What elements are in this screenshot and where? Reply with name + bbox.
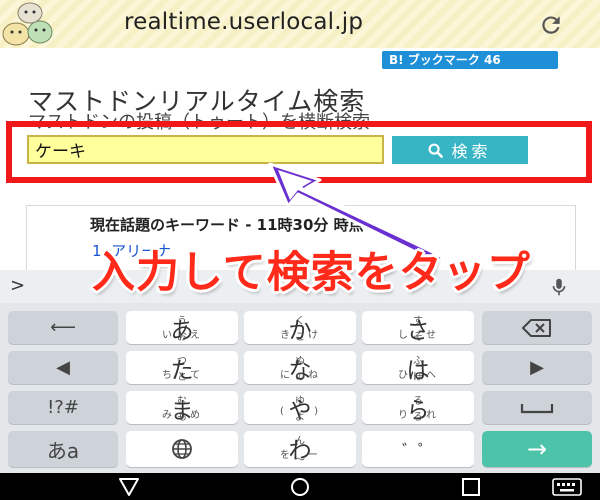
key-flick-down: ろ — [413, 412, 423, 423]
input-mode-key[interactable]: あa — [8, 431, 118, 467]
annotation-text: 入力して検索をタップ — [92, 248, 531, 298]
enter-key[interactable]: → — [482, 431, 592, 467]
key-flick-down: も — [177, 412, 187, 423]
globe-icon — [172, 439, 192, 459]
dakuten-key[interactable]: ゛゜ — [362, 431, 474, 467]
key-main: ゛゜ — [401, 441, 434, 460]
enter-key-label: → — [526, 435, 548, 463]
key-flick-down: そ — [413, 332, 423, 343]
back-icon[interactable] — [118, 477, 140, 497]
cursor-right-key[interactable]: ▶ — [482, 351, 592, 384]
key-flick-down: の — [295, 372, 305, 383]
key-flick-down: こ — [295, 332, 305, 343]
kana-key-na[interactable]: ぬ に な ね の — [244, 351, 356, 384]
kana-key-ya[interactable]: ゆ ( や ) よ — [244, 391, 356, 424]
cursor-left-key[interactable]: ◀ — [8, 351, 118, 384]
backspace-key[interactable] — [482, 311, 592, 344]
input-mode-label: あa — [46, 438, 80, 463]
key-flick-down: ほ — [413, 372, 423, 383]
recents-icon[interactable] — [460, 477, 482, 497]
cursor-left-label: ◀ — [56, 357, 70, 378]
kana-key-wa[interactable]: ん を わ ー 〜 — [244, 431, 356, 467]
key-flick-down: と — [177, 372, 187, 383]
cursor-back-key[interactable]: ⟵ — [8, 311, 118, 344]
search-input[interactable] — [27, 135, 384, 164]
cursor-right-label: ▶ — [530, 357, 544, 378]
space-icon — [520, 403, 554, 413]
symbol-key-label: !?# — [47, 397, 79, 418]
url-text[interactable]: realtime.userlocal.jp — [124, 9, 363, 35]
key-flick-down: 〜 — [295, 455, 305, 466]
system-nav-bar — [0, 473, 600, 500]
kana-key-ta[interactable]: つ ち た て と — [126, 351, 238, 384]
search-button[interactable]: 検索 — [392, 136, 528, 164]
backspace-icon — [522, 318, 551, 337]
keyboard-expand-button[interactable]: > — [10, 275, 25, 296]
cursor-back-label: ⟵ — [50, 317, 76, 338]
kana-key-a[interactable]: う い あ え お — [126, 311, 238, 344]
keyboard-icon[interactable] — [552, 477, 582, 497]
search-button-label: 検索 — [451, 142, 492, 161]
symbol-key[interactable]: !?# — [8, 391, 118, 424]
key-flick-down: お — [177, 332, 187, 343]
kana-key-ka[interactable]: く き か け こ — [244, 311, 356, 344]
kana-key-ha[interactable]: ふ ひ は へ ほ — [362, 351, 474, 384]
browser-url-bar[interactable]: realtime.userlocal.jp — [0, 0, 600, 48]
kana-key-ma[interactable]: む み ま め も — [126, 391, 238, 424]
kana-key-ra[interactable]: る り ら れ ろ — [362, 391, 474, 424]
microphone-icon[interactable] — [548, 275, 570, 299]
kana-key-sa[interactable]: す し さ せ そ — [362, 311, 474, 344]
bookmark-badge[interactable]: B! ブックマーク 46 — [382, 51, 558, 69]
kana-keyboard: ⟵ う い あ え お く き か け こ す し さ せ そ ◀ つ ち た … — [0, 303, 600, 473]
search-icon — [429, 143, 444, 158]
language-key[interactable] — [126, 431, 238, 467]
space-key[interactable] — [482, 391, 592, 424]
key-flick-down: よ — [295, 412, 305, 423]
reload-icon[interactable] — [538, 12, 564, 38]
mascot-icon — [2, 2, 53, 46]
home-icon[interactable] — [289, 477, 311, 497]
